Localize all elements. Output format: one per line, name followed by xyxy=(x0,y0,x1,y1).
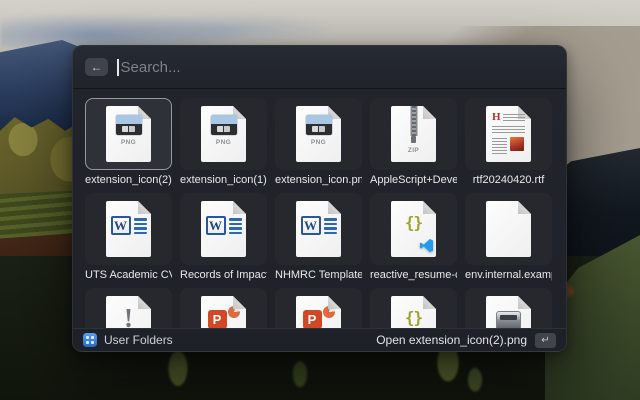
file-tile[interactable]: W xyxy=(85,193,172,265)
file-tile[interactable]: PNG xyxy=(275,98,362,170)
file-tile[interactable]: P xyxy=(275,288,362,328)
file-tile-selected[interactable]: PNG xyxy=(85,98,172,170)
file-icon-png: PNG xyxy=(201,106,246,162)
file-item[interactable]: P xyxy=(180,288,267,328)
page-fold xyxy=(328,201,341,214)
file-label: NHMRC Template... xyxy=(275,268,362,282)
file-icon-word: W xyxy=(106,201,151,257)
screen: ← PNG extension_icon(2).... PNG extension_i… xyxy=(0,0,640,400)
file-tile[interactable]: H xyxy=(465,98,552,170)
file-item[interactable]: P xyxy=(275,288,362,328)
action-label: Open extension_icon(2).png xyxy=(376,333,527,347)
file-label: UTS Academic CV... xyxy=(85,268,172,282)
file-icon-alert-code: ! xyxy=(106,296,151,328)
zipper-icon xyxy=(410,106,417,136)
file-icon-rtf: H xyxy=(486,106,531,162)
page-fold xyxy=(138,296,151,309)
file-item[interactable]: ! xyxy=(85,288,172,328)
file-icon-zip: ZIP xyxy=(391,106,436,162)
file-tile[interactable]: PNG xyxy=(180,98,267,170)
image-thumbnail xyxy=(306,115,332,135)
file-label: AppleScript+Devel... xyxy=(370,173,457,187)
file-icon-word: W xyxy=(201,201,246,257)
file-tile[interactable]: W xyxy=(180,193,267,265)
search-input[interactable] xyxy=(119,59,555,76)
file-tile[interactable]: W xyxy=(275,193,362,265)
file-item[interactable]: PNG extension_icon.png xyxy=(275,98,362,187)
page-fold xyxy=(518,296,531,309)
file-tile[interactable]: {} xyxy=(370,193,457,265)
footer-bar: User Folders Open extension_icon(2).png … xyxy=(73,328,566,351)
file-label: extension_icon.png xyxy=(275,173,362,187)
word-logo-icon: W xyxy=(206,216,226,235)
file-tile[interactable]: ! xyxy=(85,288,172,328)
search-input-wrap xyxy=(117,59,554,76)
powerpoint-logo-icon: P xyxy=(303,310,322,328)
file-icon-blank xyxy=(486,201,531,257)
braces-icon: {} xyxy=(405,213,422,232)
word-logo-icon: W xyxy=(111,216,131,235)
braces-icon: {} xyxy=(405,308,422,327)
file-label: rtf20240420.rtf xyxy=(465,173,552,187)
page-fold xyxy=(233,201,246,214)
page-fold xyxy=(423,106,436,119)
image-thumbnail xyxy=(116,115,142,135)
page-fold xyxy=(138,201,151,214)
primary-action[interactable]: Open extension_icon(2).png ↵ xyxy=(376,333,556,348)
results-grid: PNG extension_icon(2).... PNG extension_ico… xyxy=(73,90,566,328)
exclamation-icon: ! xyxy=(124,303,133,328)
file-label: extension_icon(1).... xyxy=(180,173,267,187)
page-fold xyxy=(423,201,436,214)
word-logo-icon: W xyxy=(301,216,321,235)
page-fold xyxy=(423,296,436,309)
powerpoint-logo-icon: P xyxy=(208,310,227,328)
file-item[interactable]: PNG extension_icon(2).... xyxy=(85,98,172,187)
file-item[interactable]: Hrtf20240420.rtf xyxy=(465,98,552,187)
image-thumbnail xyxy=(211,115,237,135)
file-item[interactable]: env.internal.example xyxy=(465,193,552,282)
inline-image xyxy=(510,137,524,151)
back-button[interactable]: ← xyxy=(85,58,108,76)
file-tile[interactable] xyxy=(465,193,552,265)
file-tile[interactable]: ZIP xyxy=(370,98,457,170)
page-fold xyxy=(518,201,531,214)
file-label: Records of Impact... xyxy=(180,268,267,282)
file-item[interactable]: ZIP AppleScript+Devel... xyxy=(370,98,457,187)
file-icon-diskimage xyxy=(486,296,531,328)
file-tile[interactable]: {} xyxy=(370,288,457,328)
file-tile[interactable]: P xyxy=(180,288,267,328)
file-icon-word: W xyxy=(296,201,341,257)
page-fold xyxy=(233,296,246,309)
user-folders-app-icon xyxy=(83,333,97,347)
file-icon-png: PNG xyxy=(106,106,151,162)
file-icon-ppt: P xyxy=(296,296,341,328)
page-fold xyxy=(328,296,341,309)
launcher-window: ← PNG extension_icon(2).... PNG extension_i… xyxy=(72,45,567,352)
file-label: extension_icon(2).... xyxy=(85,173,172,187)
file-label: reactive_resume-c... xyxy=(370,268,457,282)
vscode-badge-icon xyxy=(419,238,434,253)
file-icon-ppt: P xyxy=(201,296,246,328)
file-item[interactable]: {} xyxy=(370,288,457,328)
file-item[interactable]: W NHMRC Template... xyxy=(275,193,362,282)
enter-key-icon: ↵ xyxy=(535,333,556,348)
disk-drive-icon xyxy=(496,311,521,328)
file-tile[interactable] xyxy=(465,288,552,328)
file-item[interactable]: W UTS Academic CV... xyxy=(85,193,172,282)
file-label: env.internal.example xyxy=(465,268,552,282)
file-item[interactable] xyxy=(465,288,552,328)
file-item[interactable]: W Records of Impact... xyxy=(180,193,267,282)
file-icon-json-code: {} xyxy=(391,201,436,257)
file-item[interactable]: PNG extension_icon(1).... xyxy=(180,98,267,187)
file-item[interactable]: {} reactive_resume-c... xyxy=(370,193,457,282)
source-label: User Folders xyxy=(104,333,173,347)
file-icon-json-code: {} xyxy=(391,296,436,328)
search-bar: ← xyxy=(73,46,566,89)
file-icon-png: PNG xyxy=(296,106,341,162)
